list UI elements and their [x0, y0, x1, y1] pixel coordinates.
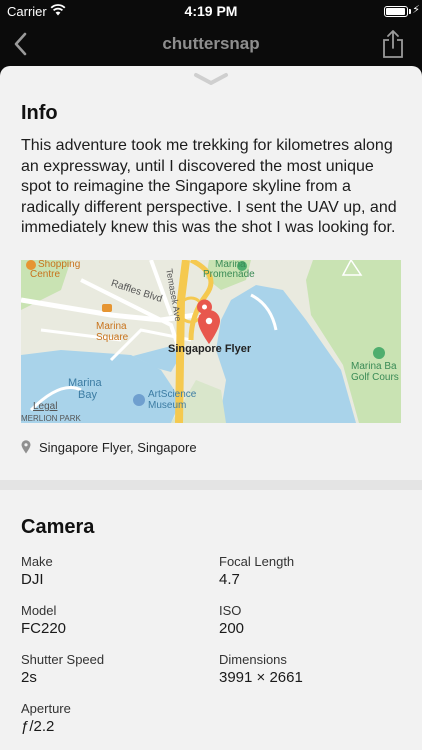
share-icon[interactable] — [380, 28, 406, 60]
spec-label: Focal Length — [219, 554, 295, 569]
spec-focal-length: Focal Length 4.7 — [219, 554, 294, 588]
map-label: MERLION PARK — [21, 414, 81, 423]
camera-heading: Camera — [21, 516, 95, 538]
spec-label: Shutter Speed — [21, 652, 105, 667]
location-pin-icon — [21, 440, 31, 454]
map-label: Golf Cours — [351, 372, 399, 383]
detail-sheet: Info This adventure took me trekking for… — [0, 66, 422, 750]
map-label: Centre — [30, 269, 61, 280]
spec-shutter-speed: Shutter Speed 2s — [21, 652, 104, 686]
map-pin-icon[interactable] — [197, 309, 221, 345]
spec-model: Model FC220 — [21, 603, 66, 637]
map-label: Singapore Flyer — [168, 343, 252, 355]
chevron-down-icon[interactable] — [193, 72, 229, 86]
spec-label: ISO — [219, 603, 242, 618]
map-label: ArtScience — [148, 389, 197, 400]
map-label: Museum — [148, 400, 187, 411]
page-title: chuttersnap — [162, 34, 260, 53]
map-label: Marina — [96, 321, 127, 332]
charging-icon: ⚡ — [412, 4, 420, 16]
spec-iso: ISO 200 — [219, 603, 244, 637]
info-description: This adventure took me trekking for kilo… — [21, 137, 397, 236]
spec-value: 200 — [219, 620, 245, 637]
location-map[interactable]: Shopping Centre Marina Promenade Raffles… — [21, 260, 401, 423]
map-legal-link[interactable]: Legal — [33, 401, 57, 412]
map-label: Marina — [68, 377, 102, 389]
spec-label: Dimensions — [219, 652, 287, 667]
spec-value: DJI — [21, 571, 44, 588]
spec-aperture: Aperture ƒ/2.2 — [21, 701, 71, 735]
navigation-bar: chuttersnap — [0, 22, 422, 66]
battery-icon — [384, 6, 408, 17]
spec-value: 3991 × 2661 — [219, 669, 303, 686]
map-label: Square — [96, 332, 129, 343]
spec-make: Make DJI — [21, 554, 53, 588]
spec-value: 4.7 — [219, 571, 240, 588]
clock: 4:19 PM — [184, 3, 238, 19]
map-label: Bay — [78, 389, 97, 401]
map-label: Marina Ba — [351, 361, 397, 372]
spec-value: 2s — [21, 669, 37, 686]
status-bar: Carrier 4:19 PM ⚡ — [0, 0, 422, 22]
spec-label: Aperture — [21, 701, 71, 716]
map-label: Promenade — [203, 269, 255, 280]
spec-value: ƒ/2.2 — [21, 718, 55, 735]
info-heading: Info — [21, 102, 58, 124]
location-text: Singapore Flyer, Singapore — [39, 440, 197, 455]
spec-value: FC220 — [21, 620, 67, 637]
spec-dimensions: Dimensions 3991 × 2661 — [219, 652, 303, 686]
section-divider — [0, 480, 422, 490]
spec-label: Make — [21, 554, 53, 569]
spec-label: Model — [21, 603, 57, 618]
battery-cap — [409, 9, 411, 14]
